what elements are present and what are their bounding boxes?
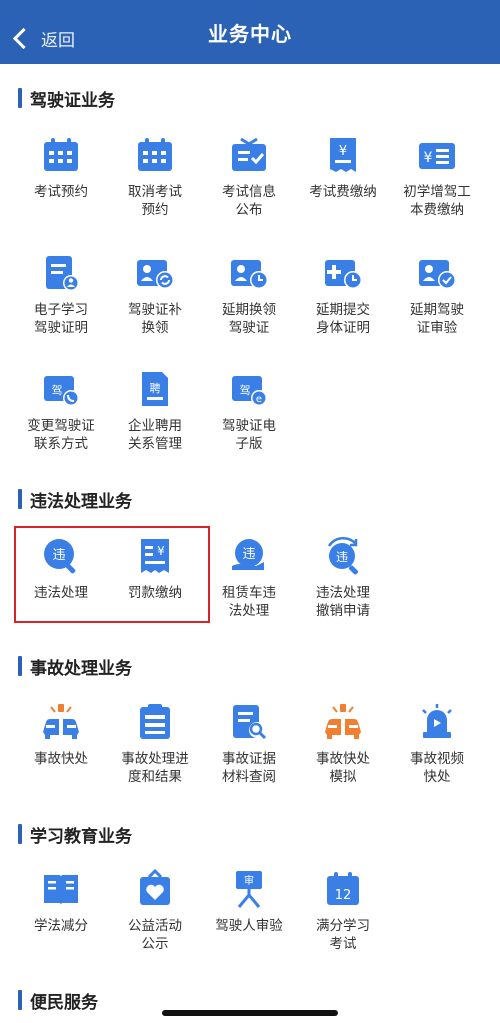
- calendar-icon: [138, 138, 172, 171]
- service-label: 考试费缴纳: [309, 184, 377, 200]
- fee-receipt-icon: ¥: [330, 138, 356, 172]
- service-label: 违法处理 撤销申请: [316, 585, 370, 619]
- service-label: 事故证据 材料查阅: [222, 751, 276, 785]
- service-item[interactable]: 驾 e 驾驶证电 子版: [202, 369, 296, 453]
- svg-text:驾: 驾: [52, 384, 63, 397]
- service-label: 电子学习 驾驶证明: [34, 302, 88, 336]
- service-item[interactable]: 违 违法处理: [14, 536, 108, 602]
- progress-list-icon: [140, 704, 170, 739]
- service-item[interactable]: 事故证据 材料查阅: [202, 702, 296, 786]
- service-item[interactable]: 驾 变更驾驶证 联系方式: [14, 369, 108, 453]
- service-item[interactable]: ¥ 初学增驾工 本费缴纳: [390, 135, 484, 219]
- calendar-icon: [44, 138, 78, 171]
- service-item[interactable]: 12 满分学习 考试: [296, 869, 390, 953]
- service-item[interactable]: 延期提交 身体证明: [296, 253, 390, 337]
- service-item[interactable]: 违 违法处理 撤销申请: [296, 536, 390, 620]
- service-item[interactable]: 考试信息 公布: [202, 135, 296, 219]
- e-license-icon: 驾 e: [232, 376, 267, 406]
- service-item[interactable]: 取消考试 预约: [108, 135, 202, 219]
- fine-receipt-icon: ¥: [141, 539, 169, 573]
- svg-text:违: 违: [242, 547, 255, 562]
- service-item[interactable]: 事故快处 模拟: [296, 702, 390, 786]
- service-label: 事故快处 模拟: [316, 751, 370, 785]
- charity-heart-icon: [140, 869, 170, 905]
- calendar-12-icon: 12: [327, 872, 359, 905]
- service-item[interactable]: ¥ 考试费缴纳: [296, 135, 390, 201]
- service-label: 初学增驾工 本费缴纳: [403, 184, 471, 218]
- violation-revoke-icon: 违: [327, 537, 358, 575]
- service-item[interactable]: 公益活动 公示: [108, 869, 202, 953]
- service-label: 变更驾驶证 联系方式: [27, 418, 95, 452]
- service-item[interactable]: 事故快处: [14, 702, 108, 768]
- service-label: 考试预约: [34, 184, 88, 200]
- service-item[interactable]: 聘 企业聘用 关系管理: [108, 369, 202, 453]
- hire-document-icon: 聘: [142, 372, 168, 406]
- medical-clock-icon: [325, 260, 362, 289]
- service-label: 延期提交 身体证明: [316, 302, 370, 336]
- license-clock-icon: [231, 260, 268, 289]
- service-label: 事故快处: [34, 751, 88, 767]
- home-indicator[interactable]: [162, 1010, 338, 1016]
- section-title-convenience: 便民服务: [18, 988, 98, 1013]
- svg-text:¥: ¥: [424, 150, 433, 166]
- svg-text:¥: ¥: [339, 144, 347, 159]
- service-label: 事故视频 快处: [410, 751, 464, 785]
- service-item[interactable]: 事故视频 快处: [390, 702, 484, 786]
- service-item[interactable]: 电子学习 驾驶证明: [14, 253, 108, 337]
- svg-text:e: e: [256, 394, 262, 405]
- service-label: 延期换领 驾驶证: [222, 302, 276, 336]
- svg-text:驾: 驾: [240, 384, 251, 397]
- service-item[interactable]: 延期驾驶 证审验: [390, 253, 484, 337]
- svg-text:¥: ¥: [157, 544, 165, 558]
- svg-text:违: 违: [336, 550, 348, 564]
- license-phone-icon: 驾: [44, 376, 79, 406]
- service-label: 租赁车违 法处理: [222, 585, 276, 619]
- yen-card-icon: ¥: [419, 143, 455, 169]
- license-check-icon: [419, 260, 456, 289]
- svg-text:12: 12: [335, 888, 352, 903]
- section-title-license: 驾驶证业务: [18, 86, 115, 111]
- book-icon: [44, 875, 78, 905]
- service-label: 违法处理: [34, 585, 88, 601]
- rental-violation-icon: 违: [232, 539, 264, 570]
- accident-sim-icon: [325, 704, 361, 739]
- service-item[interactable]: 驾驶证补 换领: [108, 253, 202, 337]
- service-label: 驾驶证电 子版: [222, 418, 276, 452]
- app-header: 返回 业务中心: [0, 0, 500, 64]
- service-label: 罚款缴纳: [128, 585, 182, 601]
- svg-text:聘: 聘: [150, 381, 161, 395]
- service-label: 考试信息 公布: [222, 184, 276, 218]
- service-item[interactable]: 考试预约: [14, 135, 108, 201]
- accident-cars-icon: [43, 704, 79, 739]
- evidence-search-icon: [233, 705, 267, 740]
- service-label: 学法减分: [34, 918, 88, 934]
- page-title: 业务中心: [208, 22, 292, 46]
- alarm-video-icon: [422, 704, 452, 738]
- service-item[interactable]: 事故处理进 度和结果: [108, 702, 202, 786]
- service-item[interactable]: 违 租赁车违 法处理: [202, 536, 296, 620]
- service-label: 驾驶证补 换领: [128, 302, 182, 336]
- violation-search-icon: 违: [44, 539, 76, 574]
- service-item[interactable]: 学法减分: [14, 869, 108, 935]
- service-label: 满分学习 考试: [316, 918, 370, 952]
- service-item[interactable]: 审 驾驶人审验: [202, 869, 296, 935]
- license-refresh-icon: [137, 260, 174, 289]
- svg-text:违: 违: [52, 548, 65, 563]
- review-person-icon: 审: [236, 871, 262, 908]
- service-label: 延期驾驶 证审验: [410, 302, 464, 336]
- announcement-icon: [232, 137, 266, 171]
- document-user-icon: [46, 256, 79, 291]
- section-title-accident: 事故处理业务: [18, 654, 132, 679]
- section-title-education: 学习教育业务: [18, 822, 132, 847]
- service-label: 事故处理进 度和结果: [121, 751, 189, 785]
- service-label: 企业聘用 关系管理: [128, 418, 182, 452]
- svg-text:审: 审: [244, 874, 254, 887]
- service-label: 公益活动 公示: [128, 918, 182, 952]
- service-item[interactable]: ¥ 罚款缴纳: [108, 536, 202, 602]
- service-label: 取消考试 预约: [128, 184, 182, 218]
- service-item[interactable]: 延期换领 驾驶证: [202, 253, 296, 337]
- service-label: 驾驶人审验: [215, 918, 283, 934]
- section-title-violation: 违法处理业务: [18, 487, 132, 512]
